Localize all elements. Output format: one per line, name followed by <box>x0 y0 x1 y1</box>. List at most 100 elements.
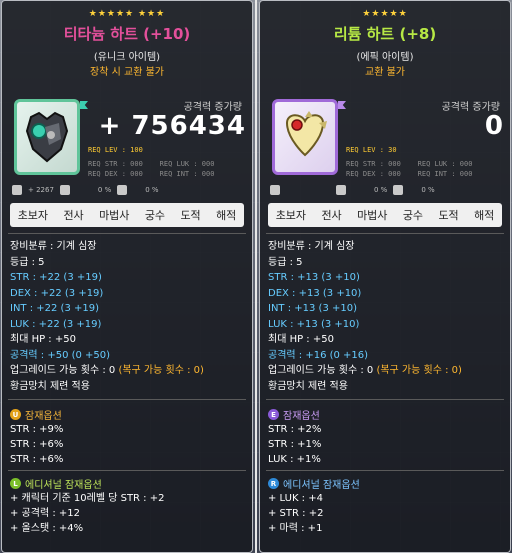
job-requirements: 초보자 전사 마법사 궁수 도적 해적 <box>268 203 502 227</box>
starforce-stars: ★★★★★ <box>362 9 408 19</box>
potential-header: U 잠재옵션 <box>10 407 62 422</box>
job-archer: 궁수 <box>402 209 424 222</box>
additional-potential-header: R 에디셔널 잠재옵션 <box>268 476 360 491</box>
potential-lines: STR : +2% STR : +1% LUK : +1% <box>268 422 321 467</box>
rare-grade-icon: R <box>268 478 279 489</box>
potential-lines: STR : +9% STR : +6% STR : +6% <box>10 422 63 467</box>
item-tooltip-right: ★★★★★ 리튬 하트 (+8) (에픽 아이템) 교환 불가 공격력 증가량 … <box>259 0 511 553</box>
req-level: REQ LEV : 30 <box>346 146 397 154</box>
potential-header: E 잠재옵션 <box>268 407 320 422</box>
golden-hammer: 황금망치 제련 적용 <box>268 380 348 392</box>
stat-dex: DEX : +13 (3 +10) <box>268 287 362 299</box>
unique-grade-icon: U <box>10 409 21 420</box>
req-dex-int: REQ DEX : 000 REQ INT : 000 <box>346 170 473 178</box>
mini-pct-1: 0 % <box>97 186 112 194</box>
item-rarity: (에픽 아이템) <box>356 52 414 63</box>
divider <box>8 470 246 471</box>
job-beginner: 초보자 <box>275 209 307 222</box>
upgrade-icon <box>336 185 346 195</box>
upgrade-count: 업그레이드 가능 횟수 : 0 <box>10 365 116 376</box>
potential-title: 잠재옵션 <box>25 411 62 422</box>
mini-pct-1: 0 % <box>374 186 388 194</box>
req-str-luk: REQ STR : 000 REQ LUK : 000 <box>88 160 215 168</box>
trade-restriction: 교환 불가 <box>365 67 405 78</box>
divider <box>266 233 504 234</box>
heart-icon <box>285 111 327 157</box>
flag-marker <box>338 101 346 109</box>
starforce-stars: ★★★★★ ★★★ <box>88 9 166 19</box>
golden-hammer: 황금망치 제련 적용 <box>10 380 90 392</box>
item-tooltip-left: ★★★★★ ★★★ 티타늄 하트 (+10) (유니크 아이템) 장착 시 교환… <box>1 0 253 553</box>
equip-grade: 등급 : 5 <box>10 256 45 268</box>
req-str-luk: REQ STR : 000 REQ LUK : 000 <box>346 160 473 168</box>
job-pirate: 해적 <box>216 209 237 222</box>
stat-str: STR : +13 (3 +10) <box>268 272 360 283</box>
additional-potential-lines: + LUK : +4 + STR : +2 + 마력 : +1 <box>268 491 323 536</box>
stat-dex: DEX : +22 (3 +19) <box>10 287 104 299</box>
job-pirate: 해적 <box>474 209 495 222</box>
defense-icon <box>393 185 404 195</box>
heart-icon <box>25 111 69 163</box>
mini-value: + 2267 <box>28 186 54 194</box>
equip-category: 장비분류 : 기계 심장 <box>268 241 355 252</box>
job-thief: 도적 <box>180 209 201 222</box>
stat-list: 장비분류 : 기계 심장 등급 : 5 STR : +22 (3 +19) DE… <box>10 239 246 394</box>
req-level: REQ LEV : 100 <box>88 146 143 154</box>
attack-increase-value: 0 <box>484 111 504 141</box>
upgrade-count: 업그레이드 가능 횟수 : 0 <box>268 365 374 376</box>
divider <box>266 399 504 400</box>
potential-line: LUK : +1% <box>268 454 321 465</box>
item-rarity: (유니크 아이템) <box>93 52 161 63</box>
job-magician: 마법사 <box>99 209 130 222</box>
recover-count: (복구 가능 횟수 : 0) <box>118 365 204 376</box>
hammer-icon <box>12 185 22 195</box>
potential-line: STR : +1% <box>268 439 322 450</box>
stat-int: INT : +22 (3 +19) <box>10 303 99 314</box>
job-beginner: 초보자 <box>17 209 49 222</box>
additional-line: + 공격력 : +12 <box>10 508 80 519</box>
mini-pct-2: 0 % <box>145 186 159 194</box>
upgrade-line: 업그레이드 가능 횟수 : 0 (복구 가능 횟수 : 0) <box>10 363 246 379</box>
job-magician: 마법사 <box>357 209 388 222</box>
epic-grade-icon: E <box>268 409 279 420</box>
potential-line: STR : +2% <box>268 424 322 435</box>
center-divider <box>255 0 257 553</box>
stat-atk: 공격력 : +50 (0 +50) <box>10 349 111 361</box>
item-name: 리튬 하트 (+8) <box>333 25 437 43</box>
upgrade-line: 업그레이드 가능 횟수 : 0 (복구 가능 횟수 : 0) <box>268 363 504 379</box>
item-name: 티타늄 하트 (+10) <box>63 25 191 43</box>
potential-title: 잠재옵션 <box>283 411 320 422</box>
job-warrior: 전사 <box>321 209 342 222</box>
divider <box>8 233 246 234</box>
stat-luk: LUK : +22 (3 +19) <box>10 318 102 330</box>
potential-line: STR : +9% <box>10 424 64 435</box>
stat-hp: 최대 HP : +50 <box>268 334 334 345</box>
stat-list: 장비분류 : 기계 심장 등급 : 5 STR : +13 (3 +10) DE… <box>268 239 504 394</box>
additional-line: + 캐릭터 기준 10레벨 당 STR : +2 <box>10 493 165 504</box>
mini-pct-2: 0 % <box>421 186 435 194</box>
additional-line: + LUK : +4 <box>268 493 323 504</box>
additional-potential-lines: + 캐릭터 기준 10레벨 당 STR : +2 + 공격력 : +12 + 올… <box>10 491 164 536</box>
hammer-icon <box>270 185 280 195</box>
mini-info-row: 0 % 0 % <box>270 183 500 197</box>
defense-icon <box>117 185 128 195</box>
stat-str: STR : +22 (3 +19) <box>10 272 102 283</box>
stat-int: INT : +13 (3 +10) <box>268 303 357 314</box>
stat-atk: 공격력 : +16 (0 +16) <box>268 349 369 361</box>
attack-increase-value: + 756434 <box>98 111 246 141</box>
stat-luk: LUK : +13 (3 +10) <box>268 318 360 330</box>
equip-grade: 등급 : 5 <box>268 256 303 268</box>
item-icon-lithium-heart <box>272 99 338 175</box>
item-icon-titanium-heart <box>14 99 80 175</box>
mini-info-row: + 2267 0 % 0 % <box>12 183 242 197</box>
additional-potential-title: 에디셔널 잠재옵션 <box>283 480 360 491</box>
additional-potential-title: 에디셔널 잠재옵션 <box>25 480 102 491</box>
job-thief: 도적 <box>438 209 459 222</box>
additional-line: + STR : +2 <box>268 508 324 519</box>
stat-hp: 최대 HP : +50 <box>10 334 76 345</box>
additional-line: + 마력 : +1 <box>268 523 323 534</box>
upgrade-icon <box>59 185 70 195</box>
flag-marker <box>80 101 88 109</box>
recover-count: (복구 가능 횟수 : 0) <box>376 365 462 376</box>
job-archer: 궁수 <box>144 209 166 222</box>
